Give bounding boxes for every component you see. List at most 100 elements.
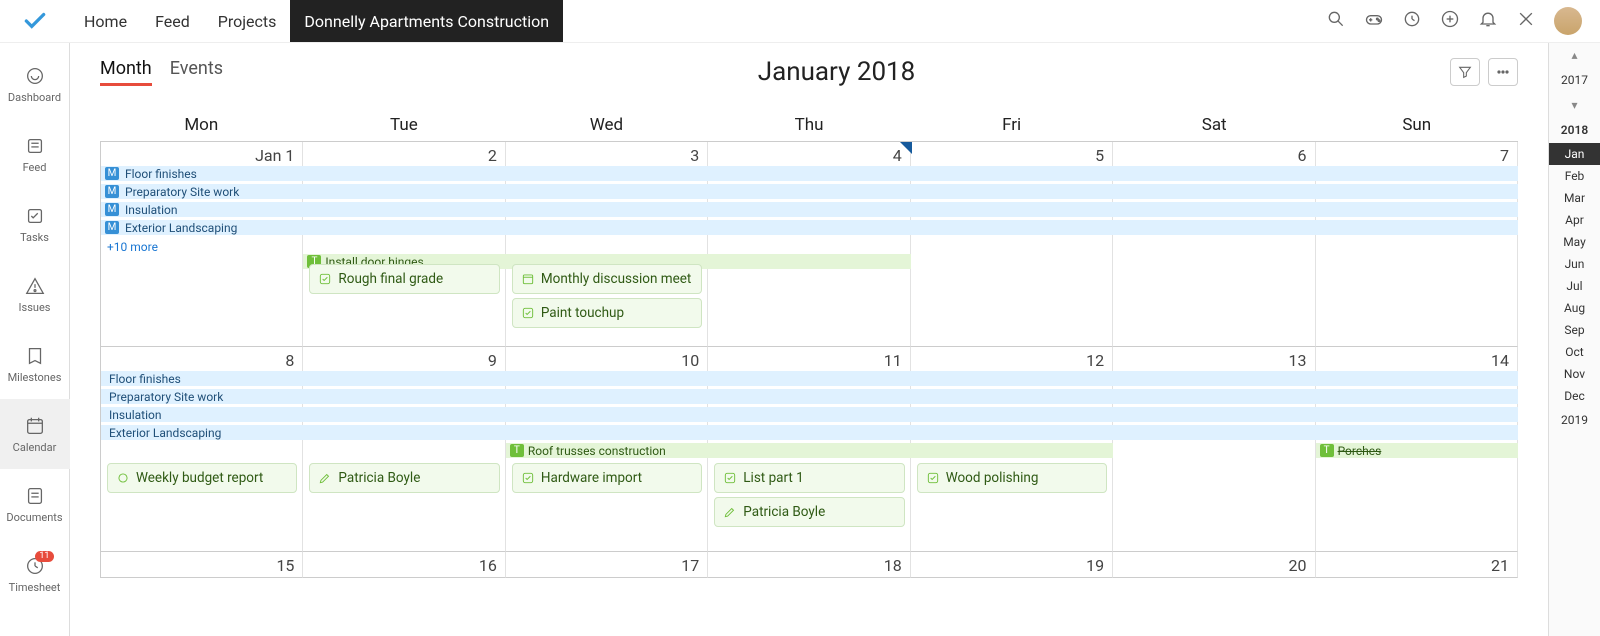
task-marker: T <box>510 444 524 457</box>
clock-icon[interactable] <box>1402 9 1422 33</box>
calendar-item[interactable]: List part 1 <box>714 463 904 493</box>
month-option[interactable]: Mar <box>1549 187 1600 209</box>
month-option[interactable]: Aug <box>1549 297 1600 319</box>
more-menu-button[interactable] <box>1488 58 1518 86</box>
app-logo[interactable] <box>0 0 70 42</box>
allday-bar-label: Preparatory Site work <box>125 185 239 199</box>
month-option[interactable]: Jan <box>1549 143 1600 165</box>
day-number: 17 <box>681 556 699 575</box>
day-number: 9 <box>488 351 497 370</box>
year-prev-icon[interactable]: ▴ <box>1549 43 1600 67</box>
calendar-item-label: Patricia Boyle <box>743 504 825 520</box>
avatar[interactable] <box>1554 7 1582 35</box>
filter-button[interactable] <box>1450 58 1480 86</box>
bell-icon[interactable] <box>1478 9 1498 33</box>
sidebar-item[interactable]: Issues <box>0 259 70 329</box>
month-option[interactable]: Feb <box>1549 165 1600 187</box>
sidebar-item[interactable]: Dashboard <box>0 49 70 119</box>
view-tab[interactable]: Events <box>170 58 223 86</box>
calendar-item[interactable]: Wood polishing <box>917 463 1107 493</box>
page-title: January 2018 <box>758 57 916 87</box>
gamepad-icon[interactable] <box>1364 9 1384 33</box>
year-option[interactable]: 2018 <box>1561 117 1588 143</box>
day-number: 12 <box>1086 351 1104 370</box>
sidebar-item[interactable]: Feed <box>0 119 70 189</box>
topnav-item[interactable]: Projects <box>204 0 291 42</box>
calendar-item-label: Monthly discussion meet <box>541 271 691 287</box>
topnav-item[interactable]: Donnelly Apartments Construction <box>290 0 563 42</box>
view-tab[interactable]: Month <box>100 58 152 86</box>
check-icon <box>318 272 332 286</box>
allday-bar[interactable]: TPorches <box>1316 443 1518 458</box>
day-cell[interactable]: 19 <box>911 552 1113 578</box>
calendar-item-label: Patricia Boyle <box>338 470 420 486</box>
allday-bar[interactable]: M Insulation <box>101 202 1518 217</box>
day-number: 6 <box>1298 146 1307 165</box>
month-option[interactable]: Dec <box>1549 385 1600 407</box>
calendar-item-label: Rough final grade <box>338 271 443 287</box>
allday-bar[interactable]: MExterior Landscaping <box>101 220 1518 235</box>
month-option[interactable]: Oct <box>1549 341 1600 363</box>
allday-bar-label: Insulation <box>125 203 177 217</box>
calendar-item[interactable]: Patricia Boyle <box>309 463 499 493</box>
allday-bar[interactable]: MPreparatory Site work <box>101 184 1518 199</box>
circle-icon <box>116 471 130 485</box>
more-link[interactable]: +10 more <box>101 238 1518 254</box>
year-next-icon[interactable]: ▾ <box>1549 93 1600 117</box>
allday-bar[interactable]: Floor finishes <box>101 371 1518 386</box>
day-number: 13 <box>1289 351 1307 370</box>
day-number: 4 <box>893 146 902 165</box>
topnav-item[interactable]: Home <box>70 0 141 42</box>
allday-bar[interactable]: TRoof trusses construction <box>506 443 1113 458</box>
day-cell[interactable]: 21 <box>1316 552 1518 578</box>
calendar-item[interactable]: Rough final grade <box>309 264 499 294</box>
month-option[interactable]: May <box>1549 231 1600 253</box>
day-cell[interactable]: 17 <box>506 552 708 578</box>
sidebar-item[interactable]: Milestones <box>0 329 70 399</box>
calendar-item[interactable]: Hardware import <box>512 463 702 493</box>
day-number: 18 <box>884 556 902 575</box>
allday-bar[interactable]: Exterior Landscaping <box>101 425 1518 440</box>
calendar-item-label: Hardware import <box>541 470 642 486</box>
day-cell[interactable]: 18 <box>708 552 910 578</box>
allday-bar[interactable]: M Floor finishes <box>101 166 1518 181</box>
day-number: 7 <box>1500 146 1509 165</box>
month-option[interactable]: Nov <box>1549 363 1600 385</box>
calendar-item[interactable]: Paint touchup <box>512 298 702 328</box>
sidebar-badge: 11 <box>35 551 53 562</box>
sidebar-item[interactable]: Timesheet11 <box>0 539 70 609</box>
day-cell[interactable]: 16 <box>303 552 505 578</box>
sidebar-item[interactable]: Calendar <box>0 399 70 469</box>
calendar-item[interactable]: Monthly discussion meet <box>512 264 702 294</box>
milestone-marker: M <box>105 167 119 180</box>
topnav-item[interactable]: Feed <box>141 0 204 42</box>
sidebar-item[interactable]: Tasks <box>0 189 70 259</box>
day-cell[interactable]: 20 <box>1113 552 1315 578</box>
allday-bar-label: Floor finishes <box>109 372 181 386</box>
allday-bar[interactable]: Insulation <box>101 407 1518 422</box>
allday-bar-label: Exterior Landscaping <box>125 221 237 235</box>
day-number: 3 <box>690 146 699 165</box>
allday-bar[interactable]: Preparatory Site work <box>101 389 1518 404</box>
search-icon[interactable] <box>1326 9 1346 33</box>
milestone-marker: M <box>105 203 119 216</box>
month-option[interactable]: Jul <box>1549 275 1600 297</box>
calendar-item[interactable]: Patricia Boyle <box>714 497 904 527</box>
month-option[interactable]: Apr <box>1549 209 1600 231</box>
sidebar-item[interactable]: Documents <box>0 469 70 539</box>
day-number: 16 <box>479 556 497 575</box>
tools-icon[interactable] <box>1516 9 1536 33</box>
allday-bar-label: Floor finishes <box>125 167 197 181</box>
year-option[interactable]: 2017 <box>1561 67 1588 93</box>
pen-icon <box>723 505 737 519</box>
calendar-item[interactable]: Weekly budget report <box>107 463 297 493</box>
calendar-item-label: Wood polishing <box>946 470 1039 486</box>
dow-header: Sun <box>1315 109 1518 141</box>
plus-icon[interactable] <box>1440 9 1460 33</box>
month-option[interactable]: Sep <box>1549 319 1600 341</box>
month-option[interactable]: Jun <box>1549 253 1600 275</box>
year-option[interactable]: 2019 <box>1561 407 1588 433</box>
allday-bar-label: Insulation <box>109 408 161 422</box>
day-cell[interactable]: 15 <box>101 552 303 578</box>
day-number: Jan 1 <box>255 146 294 165</box>
